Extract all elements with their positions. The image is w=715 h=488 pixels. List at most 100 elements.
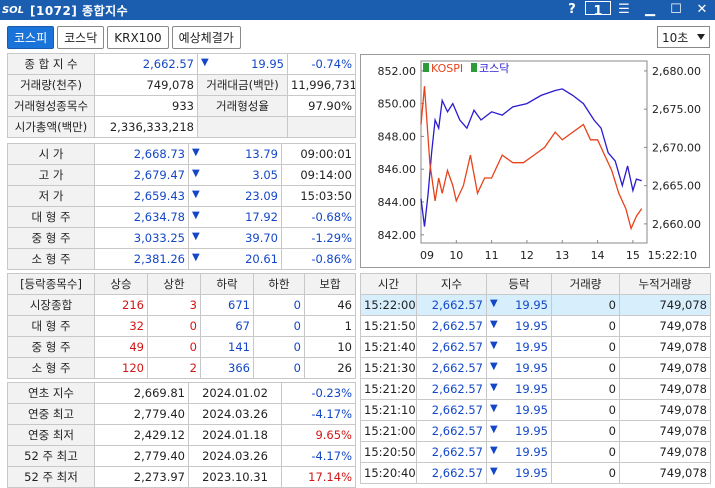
breadth-cell: 대 형 주 (7, 315, 95, 337)
table-row[interactable]: 15:21:40 2,662.57 ▼ 19.95 0 749,078 (360, 336, 711, 358)
tick-change-text: 19.95 (515, 445, 548, 459)
table-row[interactable]: 15:20:40 2,662.57 ▼ 19.95 0 749,078 (360, 462, 711, 484)
breadth-header: 하한 (253, 273, 305, 295)
price-change: ▼ 20.61 (188, 248, 282, 270)
tick-index: 2,662.57 (416, 336, 487, 358)
price-extra: 09:00:01 (281, 143, 356, 165)
table-row[interactable]: 15:22:00 2,662.57 ▼ 19.95 0 749,078 (360, 294, 711, 316)
price-table: 시 가 2,668.73 ▼ 13.79 09:00:01 고 가 2,679.47 ▼ 3.0… (7, 143, 356, 270)
breadth-cell: 시장종합 (7, 294, 95, 316)
tick-cum-volume: 749,078 (619, 294, 711, 316)
tick-change: ▼ 19.95 (486, 462, 552, 484)
right-axis-tick: 2,670.00 (652, 141, 701, 154)
tab-kosdaq[interactable]: 코스닥 (57, 26, 105, 49)
table-row[interactable]: 15:21:10 2,662.57 ▼ 19.95 0 749,078 (360, 399, 711, 421)
minimize-icon[interactable]: ▁ (637, 0, 663, 20)
tick-cum-volume: 749,078 (619, 462, 711, 484)
tick-header: 누적거래량 (619, 273, 711, 295)
tick-change: ▼ 19.95 (486, 294, 552, 316)
tick-cum-volume: 749,078 (619, 357, 711, 379)
table-row: 종 합 지 수 2,662.57 ▼ 19.95 -0.74% (7, 53, 356, 75)
table-row: 소 형 주 2,381.26 ▼ 20.61 -0.86% (7, 248, 356, 270)
right-axis-tick: 2,680.00 (652, 65, 701, 78)
table-row[interactable]: 15:21:20 2,662.57 ▼ 19.95 0 749,078 (360, 378, 711, 400)
tick-index: 2,662.57 (416, 399, 487, 421)
extreme-label: 52 주 최저 (7, 466, 95, 488)
screen-number-icon[interactable]: 1 (585, 0, 611, 22)
tick-change-text: 19.95 (515, 424, 548, 438)
menu-icon[interactable]: ☰ (611, 0, 637, 20)
breadth-cell: 67 (200, 315, 254, 337)
tick-time: 15:21:40 (360, 336, 417, 358)
table-row: 중 형 주 49 0 141 0 10 (7, 336, 356, 358)
title-bar-controls: ? 1 ☰ ▁ ☐ ✕ (559, 0, 715, 20)
down-arrow-icon: ▼ (490, 445, 498, 456)
price-extra: 09:14:00 (281, 164, 356, 186)
extreme-rate: 9.65% (281, 424, 356, 446)
table-row: 대 형 주 2,634.78 ▼ 17.92 -0.68% (7, 206, 356, 228)
tick-volume: 0 (551, 294, 620, 316)
table-row: 52 주 최저 2,273.97 2023.10.31 17.14% (7, 466, 356, 488)
tick-index: 2,662.57 (416, 378, 487, 400)
tab-expected-price[interactable]: 예상체결가 (171, 26, 241, 49)
extreme-label: 연중 최저 (7, 424, 95, 446)
down-arrow-icon: ▼ (490, 340, 498, 351)
help-icon[interactable]: ? (559, 0, 585, 20)
tick-index: 2,662.57 (416, 315, 487, 337)
breadth-cell: 0 (253, 315, 305, 337)
traded-rate-label: 거래형성율 (197, 95, 288, 117)
down-arrow-icon: ▼ (201, 57, 209, 68)
chevron-down-icon[interactable] (697, 34, 705, 40)
tick-change: ▼ 19.95 (486, 441, 552, 463)
legend-swatch-kospi (423, 63, 429, 72)
table-row: 거래량(천주) 749,078 거래대금(백만) 11,996,731 (7, 74, 356, 96)
table-row: 연초 지수 2,669.81 2024.01.02 -0.23% (7, 382, 356, 404)
interval-select[interactable]: 10초 (657, 26, 710, 48)
price-extra: -0.68% (281, 206, 356, 228)
breadth-cell: 1 (304, 315, 356, 337)
breadth-table: [등락종목수] 상승 상한 하락 하한 보합 시장종합 216 3 671 0 46 대 형 주 32 0 6… (7, 273, 356, 379)
tick-time: 15:21:30 (360, 357, 417, 379)
tick-cum-volume: 749,078 (619, 336, 711, 358)
down-arrow-icon: ▼ (192, 231, 200, 242)
price-value: 2,381.26 (94, 248, 189, 270)
right-axis-tick: 2,675.00 (652, 103, 701, 116)
traded-count-value: 933 (94, 95, 198, 117)
down-arrow-icon: ▼ (192, 189, 200, 200)
price-label: 시 가 (7, 143, 95, 165)
tab-kospi[interactable]: 코스피 (7, 26, 55, 49)
close-icon[interactable]: ✕ (689, 0, 715, 20)
breadth-cell: 0 (147, 315, 201, 337)
traded-count-label: 거래형성종목수 (7, 95, 95, 117)
tick-header: 시간 (360, 273, 417, 295)
tick-volume: 0 (551, 399, 620, 421)
app-logo: SOL (1, 4, 25, 16)
tick-header: 지수 (416, 273, 487, 295)
maximize-icon[interactable]: ☐ (663, 0, 689, 20)
down-arrow-icon: ▼ (192, 168, 200, 179)
tab-krx100[interactable]: KRX100 (107, 26, 169, 49)
breadth-cell: 120 (94, 357, 148, 379)
table-row[interactable]: 15:21:00 2,662.57 ▼ 19.95 0 749,078 (360, 420, 711, 442)
extremes-table: 연초 지수 2,669.81 2024.01.02 -0.23% 연중 최고 2,779.… (7, 382, 356, 488)
tick-change-text: 19.95 (515, 403, 548, 417)
price-value: 2,659.43 (94, 185, 189, 207)
table-row: 중 형 주 3,033.25 ▼ 39.70 -1.29% (7, 227, 356, 249)
summary-table: 종 합 지 수 2,662.57 ▼ 19.95 -0.74% 거래량(천주) 7… (7, 53, 356, 138)
volume-label: 거래량(천주) (7, 74, 95, 96)
table-row[interactable]: 15:21:50 2,662.57 ▼ 19.95 0 749,078 (360, 315, 711, 337)
price-change: ▼ 17.92 (188, 206, 282, 228)
table-row[interactable]: 15:20:50 2,662.57 ▼ 19.95 0 749,078 (360, 441, 711, 463)
tick-index: 2,662.57 (416, 357, 487, 379)
down-arrow-icon: ▼ (192, 147, 200, 158)
tick-index: 2,662.57 (416, 441, 487, 463)
table-row[interactable]: 15:21:30 2,662.57 ▼ 19.95 0 749,078 (360, 357, 711, 379)
extreme-date: 2024.01.18 (188, 424, 282, 446)
price-extra: -0.86% (281, 248, 356, 270)
extreme-rate: -0.23% (281, 382, 356, 404)
breadth-cell: 0 (253, 357, 305, 379)
breadth-header: 보합 (304, 273, 356, 295)
extreme-rate: -4.17% (281, 403, 356, 425)
market-tabs: 코스피 코스닥 KRX100 예상체결가 (7, 26, 241, 49)
price-extra: -1.29% (281, 227, 356, 249)
